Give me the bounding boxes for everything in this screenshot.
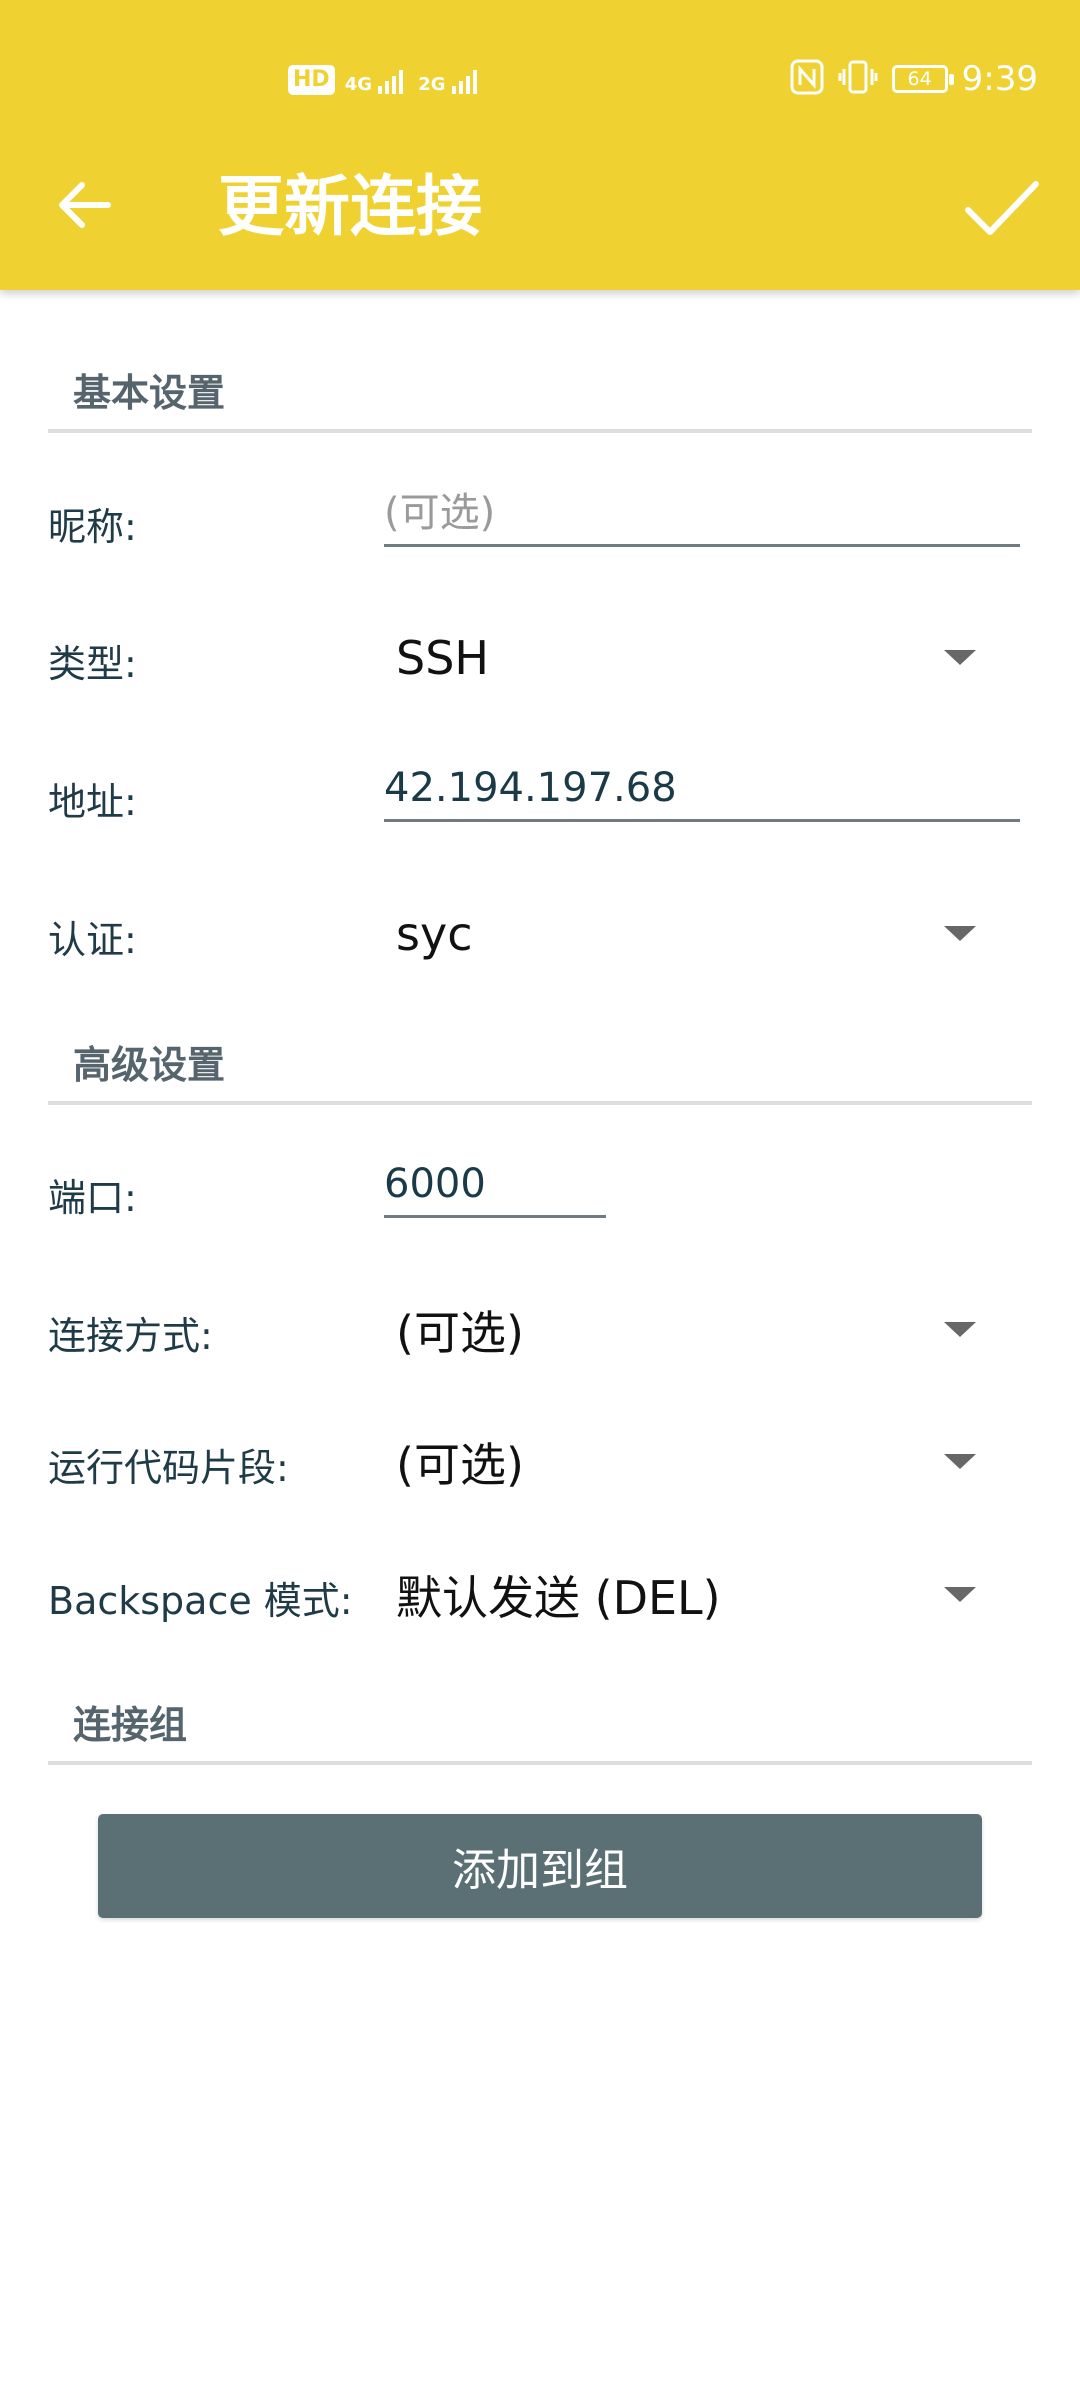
status-bar-left: HD 4G 2G: [288, 58, 482, 102]
port-input[interactable]: [384, 1161, 606, 1218]
section-basic-settings: 基本设置: [73, 371, 226, 415]
confirm-button[interactable]: [960, 170, 1044, 246]
sim2-tech-label: 2G: [418, 74, 446, 95]
nickname-label: 昵称:: [48, 505, 137, 549]
auth-value: syc: [396, 907, 473, 961]
backspace-mode-value: 默认发送 (DEL): [396, 1571, 721, 1625]
status-bar-right: 64 9:39: [790, 54, 1038, 104]
nickname-input[interactable]: [384, 490, 1020, 547]
section-advanced-settings: 高级设置: [73, 1043, 226, 1087]
type-value: SSH: [396, 631, 489, 685]
check-icon: [965, 181, 1039, 235]
type-dropdown[interactable]: SSH: [384, 622, 996, 694]
run-snippet-value: (可选): [396, 1438, 524, 1492]
backspace-mode-dropdown[interactable]: 默认发送 (DEL): [384, 1559, 996, 1631]
signal-4g-icon: 4G: [345, 66, 409, 94]
signal-2g-icon: 2G: [418, 66, 482, 94]
run-snippet-label: 运行代码片段:: [48, 1446, 289, 1490]
hd-icon: HD: [288, 65, 335, 95]
address-label: 地址:: [48, 780, 137, 824]
auth-dropdown[interactable]: syc: [384, 898, 996, 970]
connection-method-value: (可选): [396, 1306, 524, 1360]
app-bar: HD 4G 2G 64 9:39 更新连接: [0, 0, 1080, 290]
section-divider: [48, 1761, 1032, 1765]
sim1-tech-label: 4G: [344, 74, 372, 95]
vibrate-icon: [838, 59, 878, 99]
arrow-left-icon: [59, 182, 111, 228]
port-label: 端口:: [48, 1176, 137, 1220]
dropdown-arrow-icon: [944, 926, 976, 941]
add-to-group-button[interactable]: 添加到组: [98, 1814, 982, 1918]
back-button[interactable]: [52, 170, 116, 240]
page-title: 更新连接: [218, 168, 482, 245]
connection-method-label: 连接方式:: [48, 1314, 213, 1358]
section-connection-group: 连接组: [73, 1703, 188, 1747]
auth-label: 认证:: [48, 918, 137, 962]
dropdown-arrow-icon: [944, 1322, 976, 1337]
type-label: 类型:: [48, 642, 137, 686]
status-bar: HD 4G 2G 64 9:39: [0, 0, 1080, 160]
dropdown-arrow-icon: [944, 650, 976, 665]
run-snippet-dropdown[interactable]: (可选): [384, 1426, 996, 1498]
address-input[interactable]: [384, 765, 1020, 822]
backspace-mode-label: Backspace 模式:: [48, 1579, 353, 1623]
connection-method-dropdown[interactable]: (可选): [384, 1294, 996, 1366]
dropdown-arrow-icon: [944, 1454, 976, 1469]
nfc-icon: [790, 59, 824, 99]
status-time: 9:39: [961, 59, 1038, 99]
dropdown-arrow-icon: [944, 1587, 976, 1602]
section-divider: [48, 1101, 1032, 1105]
section-divider: [48, 429, 1032, 433]
battery-icon: 64: [891, 65, 954, 93]
